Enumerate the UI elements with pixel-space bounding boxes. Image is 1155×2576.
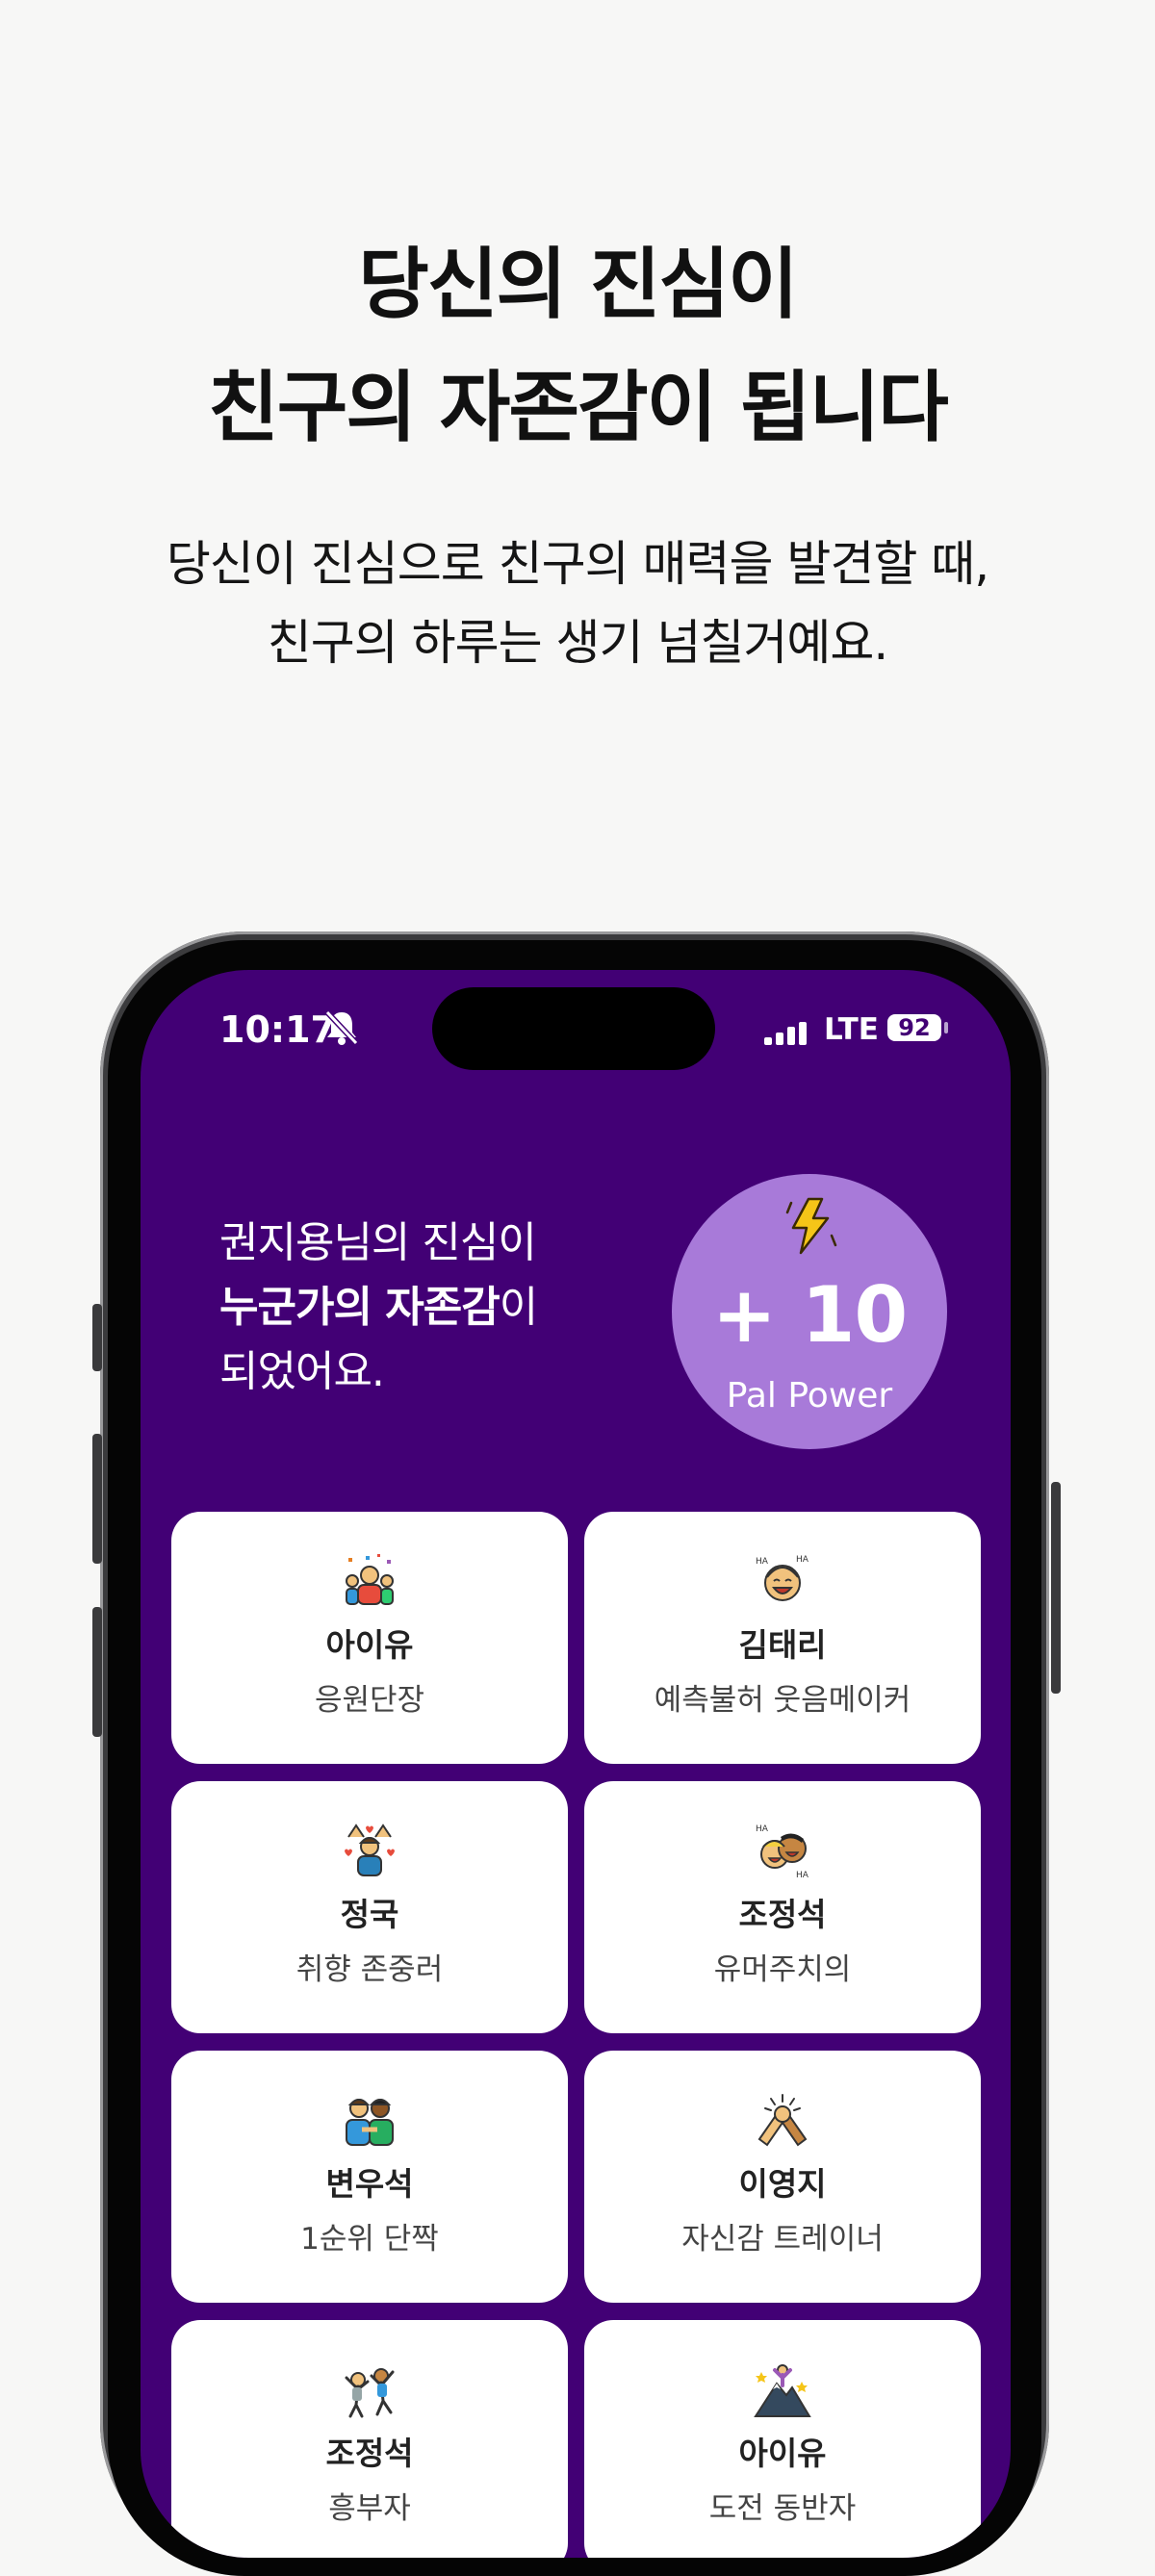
svg-text:HA: HA — [756, 1824, 769, 1834]
mountain-summit-icon — [754, 2364, 811, 2417]
pal-power-label: Pal Power — [726, 1376, 893, 1416]
subline-line-1: 당신이 진심으로 친구의 매력을 발견할 때, — [166, 536, 989, 592]
friend-name: 조정석 — [738, 1896, 827, 1933]
friend-name: 변우석 — [325, 2165, 414, 2203]
dynamic-island — [432, 987, 715, 1070]
person-hearts-icon — [345, 1824, 395, 1876]
intro-line-3: 되었어요. — [219, 1347, 385, 1396]
friend-card[interactable]: 정국 취향 존중러 — [171, 1781, 568, 2033]
party-crowd-icon — [346, 1554, 394, 1605]
intro-line-2-rest: 이 — [499, 1283, 538, 1332]
bell-muted-icon — [324, 1009, 359, 1046]
phone-volume-up-button — [92, 1434, 102, 1564]
svg-text:HA: HA — [796, 1555, 809, 1565]
friend-name: 김태리 — [738, 1626, 827, 1664]
intro-line-2: 누군가의 자존감이 — [219, 1275, 538, 1339]
friend-card[interactable]: HA HA 김태리 예측불허 웃음메이커 — [584, 1512, 981, 1764]
lightning-bolt-icon — [785, 1197, 837, 1255]
friend-card[interactable]: HA HA 조정석 유머주치의 — [584, 1781, 981, 2033]
headline-line-2: 친구의 자존감이 됩니다 — [208, 363, 949, 452]
intro-line-1: 권지용님의 진심이 — [219, 1218, 537, 1267]
cheering-people-icon — [345, 2368, 395, 2418]
pal-power-badge: + 10 Pal Power — [672, 1174, 947, 1449]
page-subheadline: 당신이 진심으로 친구의 매력을 발견할 때, 친구의 하루는 생기 넘칠거예요… — [0, 524, 1155, 682]
intro-highlight: 누군가의 자존감 — [219, 1283, 500, 1332]
friend-title: 흥부자 — [328, 2491, 411, 2526]
friend-title: 취향 존중러 — [295, 1952, 444, 1987]
battery-cap — [944, 1022, 948, 1033]
friend-name: 정국 — [340, 1896, 399, 1933]
svg-text:HA: HA — [796, 1871, 809, 1879]
friend-name: 아이유 — [325, 1626, 414, 1664]
network-label: LTE — [824, 1012, 879, 1047]
friend-card[interactable]: 아이유 응원단장 — [171, 1512, 568, 1764]
page-headline: 당신의 진심이 친구의 자존감이 됩니다 — [0, 223, 1155, 470]
handshake-icon — [757, 2094, 808, 2147]
friend-name: 이영지 — [738, 2165, 827, 2203]
svg-text:HA: HA — [756, 1557, 769, 1567]
phone-action-button — [92, 1304, 102, 1371]
headline-line-1: 당신의 진심이 — [358, 240, 798, 329]
friend-card[interactable]: 조정석 흥부자 — [171, 2320, 568, 2558]
subline-line-2: 친구의 하루는 생기 넘칠거예요. — [267, 615, 889, 671]
friend-title: 유머주치의 — [713, 1952, 852, 1987]
friend-title: 응원단장 — [314, 1683, 425, 1718]
friend-card[interactable]: 이영지 자신감 트레이너 — [584, 2051, 981, 2303]
friend-name: 아이유 — [738, 2435, 827, 2472]
app-screen: 10:17 LTE 92 권지용님의 진심이 누군가의 자존감이 되었어요. +… — [141, 970, 1011, 2558]
pal-power-value: + 10 — [711, 1270, 908, 1360]
phone-volume-down-button — [92, 1607, 102, 1737]
friend-title: 자신감 트레이너 — [681, 2222, 884, 2257]
friend-title: 예측불허 웃음메이커 — [654, 1683, 911, 1718]
laughing-face-icon: HA HA — [756, 1555, 809, 1601]
phone-power-button — [1051, 1482, 1061, 1694]
friend-name: 조정석 — [325, 2435, 414, 2472]
two-laughing-faces-icon: HA HA — [756, 1824, 809, 1879]
friend-card[interactable]: 아이유 도전 동반자 — [584, 2320, 981, 2558]
result-message: 권지용님의 진심이 누군가의 자존감이 되었어요. — [219, 1211, 538, 1404]
signal-icon — [764, 1022, 807, 1045]
friend-title: 1순위 단짝 — [300, 2222, 439, 2257]
battery-icon: 92 — [887, 1014, 941, 1041]
status-time: 10:17 — [219, 1008, 336, 1051]
friend-title: 도전 동반자 — [708, 2491, 857, 2526]
friend-card[interactable]: 변우석 1순위 단짝 — [171, 2051, 568, 2303]
two-friends-icon — [346, 2099, 394, 2146]
